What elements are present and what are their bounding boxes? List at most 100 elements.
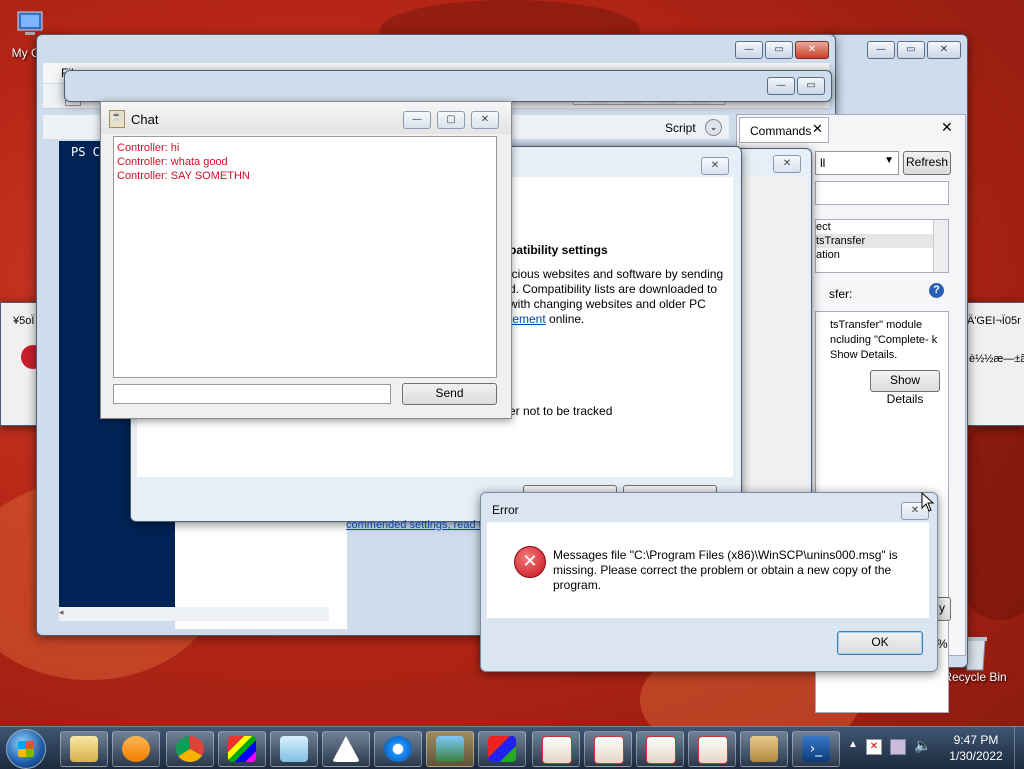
title-bar: — ▭ ✕ — [37, 35, 835, 61]
description-text: tsTransfer" module ncluding "Complete- k… — [830, 319, 938, 361]
caption-buttons: — ▭ ✕ — [867, 41, 961, 59]
shapes-icon — [488, 736, 516, 762]
tab-label: Commands — [750, 124, 812, 138]
show-desktop-button[interactable] — [1014, 727, 1024, 769]
maximize-button[interactable]: ▭ — [797, 77, 825, 95]
taskbar-app-chrome[interactable] — [166, 731, 214, 767]
module-dropdown[interactable]: ll ▼ — [815, 151, 899, 175]
chevron-down-icon[interactable]: ⌄ — [705, 119, 722, 136]
caption-buttons: — ▭ — [767, 77, 825, 95]
send-button[interactable]: Send — [402, 383, 497, 405]
do-not-track-text: er not to be tracked — [509, 404, 613, 418]
taskbar-app-java-1[interactable] — [532, 731, 580, 767]
chat-window[interactable]: ☕ Chat — ▢ ✕ Controller: hi Controller: … — [100, 101, 512, 419]
body-line: icious websites and software by sending — [509, 267, 724, 281]
close-button[interactable]: ✕ — [701, 157, 729, 175]
taskbar-app-explorer[interactable] — [60, 731, 108, 767]
params-label: sfer: — [829, 287, 853, 301]
window-title: Chat — [131, 112, 159, 127]
list-scrollbar[interactable] — [933, 220, 948, 272]
horizontal-scrollbar[interactable]: ◂ — [59, 607, 329, 621]
clock-date: 1/30/2022 — [949, 749, 1003, 763]
chat-message: Controller: whata good — [117, 156, 228, 168]
taskbar-app-installer[interactable] — [740, 731, 788, 767]
java-duke-icon — [332, 736, 360, 762]
action-center-icon[interactable]: ✕ — [866, 739, 882, 755]
background-dialog-right[interactable]: Ä'GEI¬Ï05r è½½æ—±ã — [960, 302, 1024, 426]
button-label: Show Details — [886, 373, 924, 406]
clock-time: 9:47 PM — [953, 733, 999, 747]
taskbar-app-java-3[interactable] — [636, 731, 684, 767]
maximize-button[interactable]: ▭ — [897, 41, 925, 59]
java-icon — [594, 736, 624, 764]
zoom-label: % — [937, 637, 948, 651]
internet-explorer-icon — [384, 736, 412, 762]
recommended-settings-link[interactable]: commended settings, read th — [346, 519, 480, 531]
body-line: with changing websites and older PC — [509, 297, 706, 311]
section-heading: patibility settings — [509, 243, 608, 257]
privacy-link[interactable]: tement — [509, 312, 546, 326]
taskbar-app-java-4[interactable] — [688, 731, 736, 767]
start-button[interactable] — [6, 729, 46, 769]
ok-button[interactable]: OK — [837, 631, 923, 655]
taskbar-app-matlab[interactable] — [218, 731, 266, 767]
media-player-icon — [122, 736, 150, 762]
clock[interactable]: 9:47 PM 1/30/2022 — [936, 732, 1016, 764]
taskbar-app-shapes[interactable] — [478, 731, 526, 767]
maximize-button[interactable]: ▢ — [437, 111, 465, 129]
refresh-button[interactable]: Refresh — [903, 151, 951, 175]
button-label: OK — [871, 635, 889, 649]
minimize-button[interactable]: — — [867, 41, 895, 59]
button-label: Refresh — [905, 155, 949, 169]
minimize-button[interactable]: — — [767, 77, 795, 95]
close-button[interactable]: ✕ — [471, 111, 499, 129]
powershell-icon: ›_ — [802, 736, 830, 762]
taskbar-app-media-player[interactable] — [112, 731, 160, 767]
help-icon[interactable]: ? — [929, 283, 944, 298]
chat-log[interactable]: Controller: hi Controller: whata good Co… — [113, 136, 497, 378]
photo-viewer-icon — [436, 736, 464, 762]
notepad-icon — [280, 736, 308, 762]
taskbar-app-internet-explorer[interactable] — [374, 731, 422, 767]
error-icon: ✕ — [514, 546, 546, 578]
commands-list[interactable]: ect tsTransfer ation — [815, 219, 949, 273]
close-button[interactable]: ✕ — [927, 41, 961, 59]
taskbar: ›_ ▲ ✕ 🔈 9:47 PM 1/30/2022 — [0, 726, 1024, 769]
script-label[interactable]: Script — [665, 121, 696, 135]
taskbar-app-notepad[interactable] — [270, 731, 318, 767]
body-line: d. Compatibility lists are downloaded to — [509, 282, 718, 296]
close-icon[interactable]: ✕ — [941, 120, 953, 136]
chat-message: Controller: SAY SOMETHN — [117, 170, 250, 182]
installer-icon — [750, 736, 778, 762]
show-hidden-icons-icon[interactable]: ▲ — [848, 739, 858, 750]
close-button[interactable]: ✕ — [795, 41, 829, 59]
chat-input[interactable] — [113, 384, 391, 404]
maximize-button[interactable]: ▭ — [765, 41, 793, 59]
matlab-icon — [228, 736, 256, 762]
taskbar-app-powershell[interactable]: ›_ — [792, 731, 840, 767]
minimize-button[interactable]: — — [403, 111, 431, 129]
taskbar-app-photo-viewer[interactable] — [426, 731, 474, 767]
chevron-down-icon: ▼ — [884, 155, 894, 166]
nested-window-frame[interactable]: — ▭ — [64, 70, 832, 102]
list-item[interactable]: ect — [816, 220, 948, 234]
mouse-cursor — [921, 492, 935, 512]
close-icon[interactable]: ✕ — [812, 122, 823, 137]
list-item[interactable]: tsTransfer — [816, 234, 948, 248]
minimize-button[interactable]: — — [735, 41, 763, 59]
java-icon — [646, 736, 676, 764]
volume-icon[interactable]: 🔈 — [914, 738, 931, 754]
java-icon — [542, 736, 572, 764]
taskbar-app-java-2[interactable] — [584, 731, 632, 767]
desktop-icon-label: Recycle Bin — [943, 670, 1007, 684]
link-suffix: online. — [545, 312, 585, 326]
close-button[interactable]: ✕ — [773, 155, 801, 173]
list-item[interactable]: ation — [816, 248, 948, 262]
show-details-button[interactable]: Show Details — [870, 370, 940, 406]
network-icon[interactable] — [890, 739, 906, 755]
tab-commands[interactable]: Commands ✕ — [739, 117, 829, 143]
chrome-icon — [176, 736, 204, 762]
name-filter-input[interactable] — [815, 181, 949, 205]
taskbar-app-java-duke[interactable] — [322, 731, 370, 767]
error-dialog[interactable]: Error ✕ ✕ Messages file "C:\Program File… — [480, 492, 938, 672]
